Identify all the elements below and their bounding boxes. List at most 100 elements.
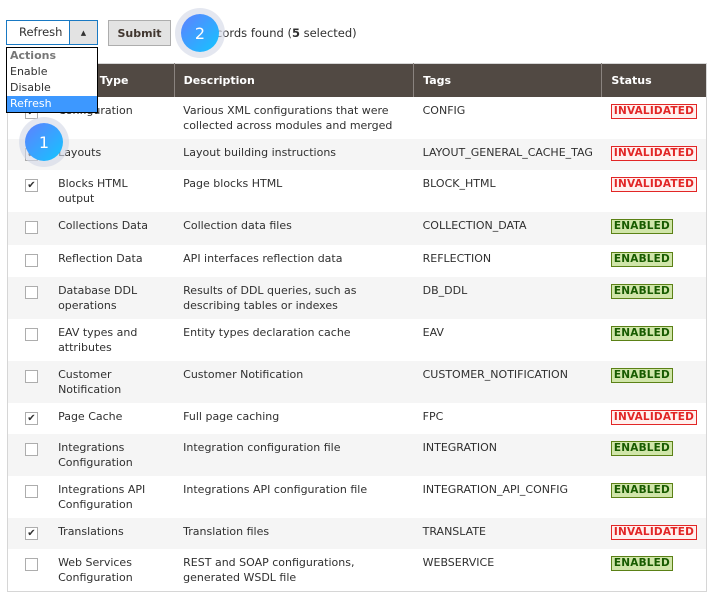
status-badge: ENABLED <box>610 219 673 234</box>
table-row[interactable]: EAV types and attributes Entity types de… <box>8 319 707 361</box>
tags: COLLECTION_DATA <box>413 212 602 245</box>
header-description[interactable]: Description <box>173 63 414 97</box>
status-cell: ENABLED <box>602 476 707 518</box>
status-cell: INVALIDATED <box>602 170 707 212</box>
row-select-cell <box>8 245 50 278</box>
row-checkbox[interactable] <box>25 286 38 299</box>
status-cell: ENABLED <box>602 319 707 361</box>
row-select-cell <box>7 361 50 403</box>
cache-type: Collections Data <box>49 212 175 245</box>
table-row[interactable]: Reflection Data API interfaces reflectio… <box>8 245 707 278</box>
table-row[interactable]: Integrations API Configuration Integrati… <box>8 476 707 518</box>
description: Integration configuration file <box>174 434 414 476</box>
cache-type: Layouts <box>49 139 175 170</box>
status-cell: ENABLED <box>602 549 707 592</box>
table-row[interactable]: ✔ Layouts Layout building instructions L… <box>7 139 707 170</box>
table-row[interactable]: Database DDL operations Results of DDL q… <box>7 277 707 319</box>
status-badge: INVALIDATED <box>610 410 697 425</box>
status-cell: ENABLED <box>602 245 707 278</box>
tags: DB_DDL <box>413 277 602 319</box>
row-select-cell: ✔ <box>7 518 50 549</box>
dropdown-option-refresh[interactable]: Refresh <box>7 96 97 112</box>
status-badge: ENABLED <box>610 284 673 299</box>
row-checkbox[interactable] <box>25 221 38 234</box>
tags: INTEGRATION_API_CONFIG <box>422 483 569 496</box>
tags: CUSTOMER_NOTIFICATION <box>413 361 602 403</box>
tags: LAYOUT_GENERAL_CACHE_TAG <box>413 139 602 170</box>
actions-dropdown: Actions Enable Disable Refresh <box>6 47 98 113</box>
header-tags[interactable]: Tags <box>413 63 602 97</box>
cache-type: Web Services Configuration <box>58 556 133 584</box>
status-badge: ENABLED <box>610 441 673 456</box>
dropdown-group-actions: Actions <box>10 49 56 62</box>
tags: FPC <box>422 410 444 423</box>
table-row[interactable]: Collections Data Collection data files C… <box>7 212 707 245</box>
row-checkbox[interactable] <box>25 443 38 456</box>
status-cell: INVALIDATED <box>601 518 707 549</box>
row-checkbox[interactable]: ✔ <box>25 412 38 425</box>
description: Various XML configurations that were col… <box>183 104 393 132</box>
status-cell: ENABLED <box>601 277 707 319</box>
records-prefix: cords found ( <box>216 26 292 40</box>
status-cell: ENABLED <box>601 212 707 245</box>
table-row[interactable]: ✔ Blocks HTML output Page blocks HTML BL… <box>8 170 707 212</box>
tags: WEBSERVICE <box>422 556 495 569</box>
row-checkbox[interactable] <box>25 253 38 267</box>
table-row[interactable]: ✔ Page Cache Full page caching FPC INVAL… <box>8 403 707 434</box>
step-badge-2: 2 <box>181 14 219 52</box>
tags: EAV <box>422 326 444 339</box>
status-cell: INVALIDATED <box>601 139 707 170</box>
status-badge: INVALIDATED <box>610 177 697 192</box>
cache-type: Customer Notification <box>49 361 175 403</box>
status-badge: ENABLED <box>610 251 673 267</box>
status-badge: INVALIDATED <box>610 525 697 540</box>
submit-button[interactable]: Submit <box>108 20 171 46</box>
description: Entity types declaration cache <box>183 326 351 339</box>
description: Translation files <box>174 518 414 549</box>
row-checkbox[interactable]: ✔ <box>25 527 38 540</box>
cache-type: Integrations API Configuration <box>58 483 146 511</box>
cache-table: Cache Type Description Tags Status ✔ Con… <box>7 63 707 592</box>
cache-type: Database DDL operations <box>49 277 175 319</box>
status-badge: ENABLED <box>610 556 673 571</box>
tags: TRANSLATE <box>413 518 602 549</box>
row-select-cell <box>7 277 50 319</box>
cache-type: Blocks HTML output <box>58 177 128 205</box>
records-suffix: selected) <box>299 26 357 40</box>
table-row[interactable]: ✔ Translations Translation files TRANSLA… <box>7 518 707 549</box>
status-badge: INVALIDATED <box>610 146 697 161</box>
row-checkbox[interactable] <box>25 485 38 498</box>
status-badge: ENABLED <box>610 326 673 341</box>
status-cell: ENABLED <box>601 434 707 476</box>
row-select-cell: ✔ <box>8 170 50 212</box>
description: API interfaces reflection data <box>183 251 343 265</box>
cache-type: Translations <box>49 518 175 549</box>
step-badge-1: 1 <box>25 123 63 161</box>
tags: CONFIG <box>422 104 466 117</box>
actions-select-value: Refresh <box>19 25 63 39</box>
cache-type: Integrations Configuration <box>49 434 175 476</box>
table-row[interactable]: Web Services Configuration REST and SOAP… <box>8 549 707 592</box>
status-cell: INVALIDATED <box>602 403 707 434</box>
row-checkbox[interactable] <box>25 558 38 571</box>
dropdown-option-enable[interactable]: Enable <box>7 64 97 80</box>
table-row[interactable]: Customer Notification Customer Notificat… <box>7 361 707 403</box>
chevron-up-icon[interactable]: ▲ <box>69 21 97 44</box>
status-cell: INVALIDATED <box>602 97 707 139</box>
header-status[interactable]: Status <box>601 63 707 97</box>
table-row[interactable]: Integrations Configuration Integration c… <box>7 434 707 476</box>
status-badge: INVALIDATED <box>610 104 697 119</box>
row-select-cell <box>8 549 50 592</box>
row-checkbox[interactable] <box>25 328 38 341</box>
tags: INTEGRATION <box>413 434 602 476</box>
actions-select[interactable]: Refresh ▲ <box>6 20 98 45</box>
tags: BLOCK_HTML <box>422 177 496 190</box>
row-checkbox[interactable] <box>25 370 38 383</box>
cache-type: EAV types and attributes <box>58 326 138 354</box>
description: Customer Notification <box>174 361 414 403</box>
row-select-cell <box>8 319 50 361</box>
cache-type: Reflection Data <box>58 251 143 265</box>
row-checkbox[interactable]: ✔ <box>25 179 38 192</box>
table-row[interactable]: ✔ Configuration Various XML configuratio… <box>8 97 707 139</box>
dropdown-option-disable[interactable]: Disable <box>7 80 97 96</box>
